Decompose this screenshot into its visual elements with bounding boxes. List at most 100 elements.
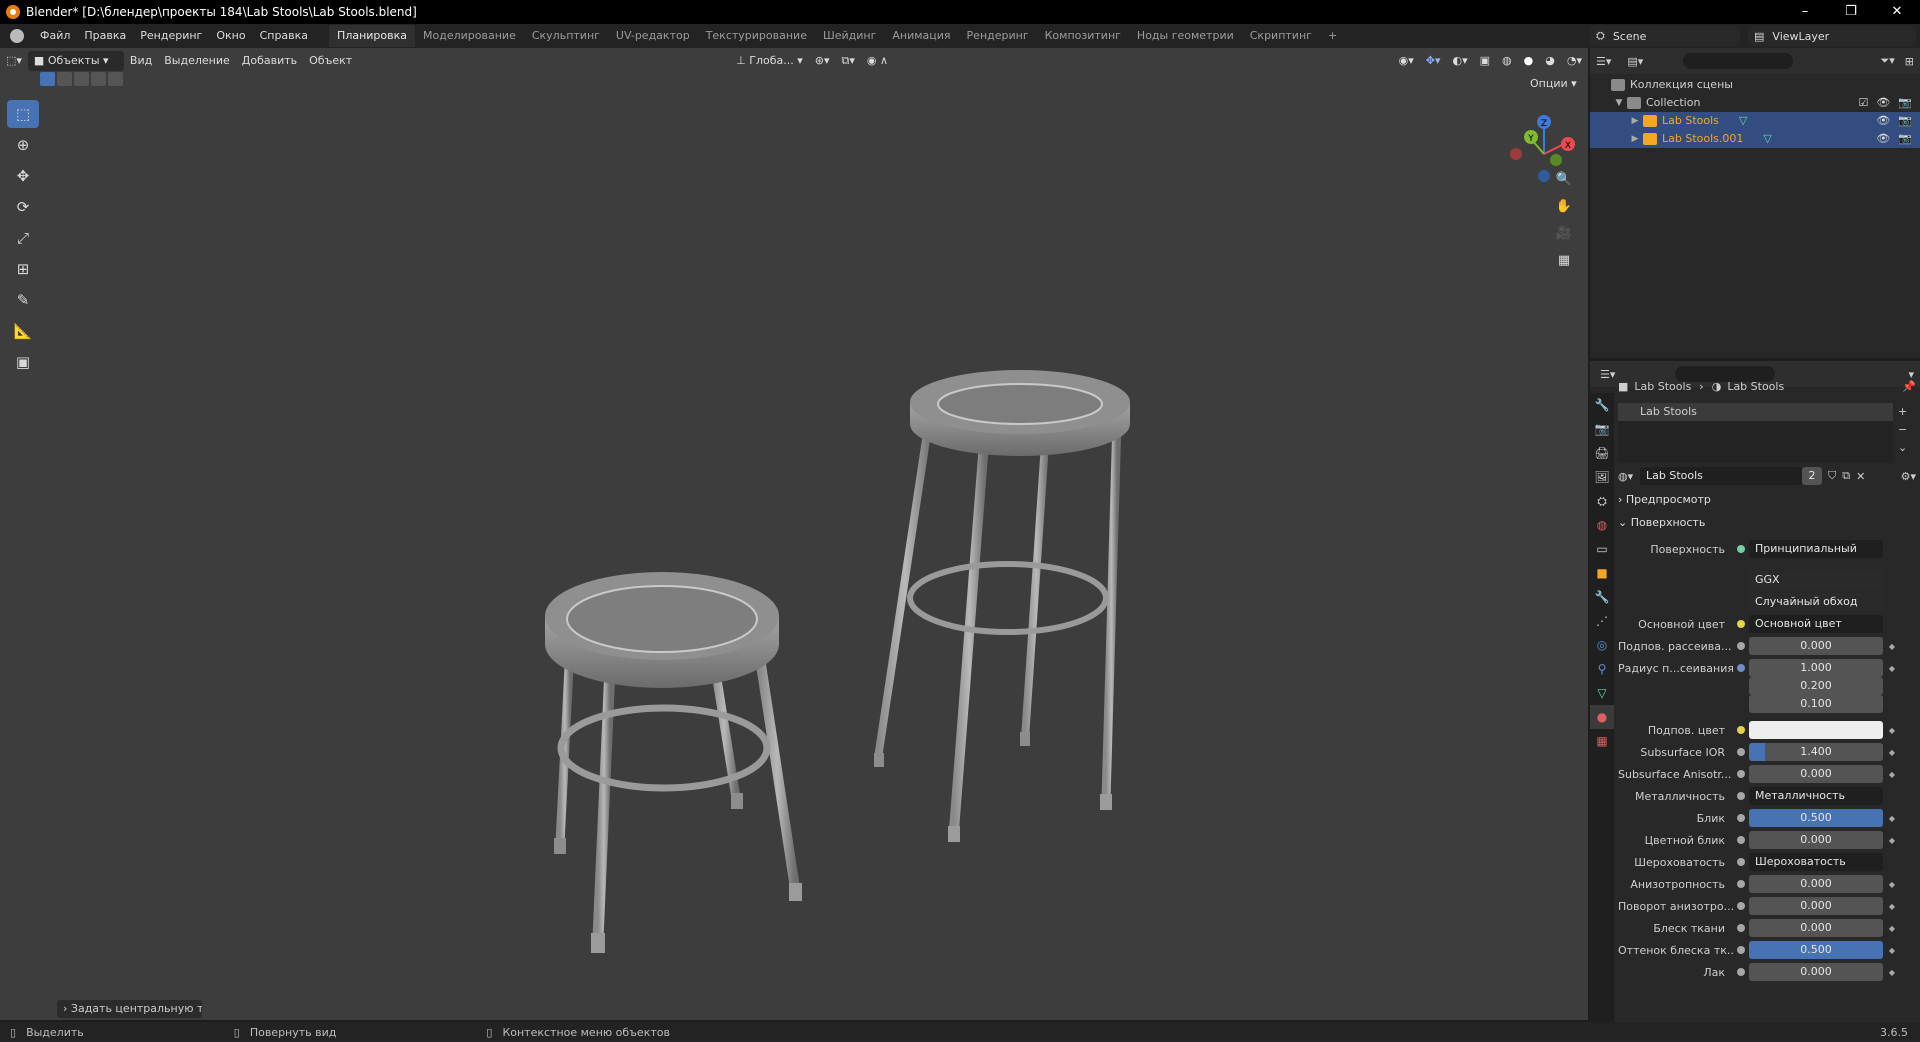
roughness-link[interactable]: Шероховатость <box>1749 853 1883 871</box>
keyframe-icon[interactable]: ◆ <box>1887 814 1897 823</box>
node-tree-icon[interactable]: ⚙▾ <box>1901 470 1916 483</box>
tab-uv-editing[interactable]: UV-редактор <box>608 25 698 47</box>
outliner-item-lab-stools[interactable]: ▶ Lab Stools ▽ 👁 📷 <box>1590 112 1920 130</box>
display-mode-icon[interactable]: ▤▾ <box>1627 55 1643 68</box>
collapse-icon[interactable]: ▼ <box>1614 94 1624 112</box>
keyframe-icon[interactable]: ◆ <box>1887 770 1897 779</box>
keyframe-icon[interactable]: ◆ <box>1887 968 1897 977</box>
menu-window[interactable]: Окно <box>209 24 252 48</box>
data-tab-icon[interactable]: ▽ <box>1590 681 1614 705</box>
material-tab-icon[interactable]: ● <box>1590 705 1614 729</box>
blender-menu-icon[interactable] <box>10 29 24 43</box>
clearcoat-field[interactable]: 0.000 <box>1749 963 1883 981</box>
subsurface-field[interactable]: 0.000 <box>1749 637 1883 655</box>
metallic-link[interactable]: Металличность <box>1749 787 1883 805</box>
outliner-search-input[interactable] <box>1683 53 1794 69</box>
output-tab-icon[interactable]: 🖨 <box>1590 441 1614 465</box>
world-tab-icon[interactable]: ◍ <box>1590 513 1614 537</box>
specular-tint-field[interactable]: 0.000 <box>1749 831 1883 849</box>
add-workspace-button[interactable]: + <box>1320 25 1345 47</box>
base-color-link[interactable]: Основной цвет <box>1749 615 1883 633</box>
material-slot-list[interactable]: Lab Stools <box>1618 403 1893 463</box>
tab-animation[interactable]: Анимация <box>884 25 958 47</box>
physics-tab-icon[interactable]: ◎ <box>1590 633 1614 657</box>
minimize-button[interactable]: – <box>1782 0 1828 24</box>
radius-z-field[interactable]: 0.100 <box>1749 695 1883 713</box>
sheen-field[interactable]: 0.000 <box>1749 919 1883 937</box>
outliner[interactable]: ☰▾ ▤▾ ⏷▾ ⊞ Коллекция сцены ▼ Collection … <box>1590 48 1920 358</box>
menu-file[interactable]: Файл <box>33 24 77 48</box>
menu-help[interactable]: Справка <box>253 24 315 48</box>
3d-viewport[interactable]: ⬚▾ ■ Объекты ▾ Вид Выделение Добавить Об… <box>0 48 1588 1020</box>
camera-icon[interactable]: 📷 <box>1898 94 1912 112</box>
material-users-count[interactable]: 2 <box>1802 467 1822 485</box>
scene-tab-icon[interactable]: ⛭ <box>1590 489 1614 513</box>
tool-tab-icon[interactable]: 🔧 <box>1590 393 1614 417</box>
properties-editor-icon[interactable]: ☰▾ <box>1600 368 1615 381</box>
subsurface-ior-slider[interactable]: 1.400 <box>1749 743 1883 761</box>
texture-tab-icon[interactable]: ▦ <box>1590 729 1614 753</box>
mesh-data-icon[interactable]: ▽ <box>1739 112 1747 130</box>
roughness-label[interactable]: Шероховатость <box>1618 856 1733 869</box>
stool-large[interactable] <box>874 370 1130 842</box>
keyframe-icon[interactable]: ◆ <box>1887 642 1897 651</box>
keyframe-icon[interactable]: ◆ <box>1887 664 1897 673</box>
scene-selector[interactable]: ⛭ Scene <box>1590 26 1740 46</box>
metallic-label[interactable]: Металличность <box>1618 790 1733 803</box>
unlink-material-icon[interactable]: ✕ <box>1856 470 1865 483</box>
radius-y-field[interactable]: 0.200 <box>1749 677 1883 695</box>
panel-surface[interactable]: ⌄ Поверхность <box>1618 514 1705 532</box>
keyframe-icon[interactable]: ◆ <box>1887 836 1897 845</box>
remove-slot-icon[interactable]: − <box>1898 421 1907 439</box>
material-slot[interactable]: Lab Stools <box>1618 403 1893 421</box>
material-browse-icon[interactable]: ◍▾ <box>1618 470 1640 483</box>
new-collection-icon[interactable]: ⊞ <box>1905 55 1914 68</box>
render-tab-icon[interactable]: 📷 <box>1590 417 1614 441</box>
collection-tab-icon[interactable]: ▭ <box>1590 537 1614 561</box>
anisotropic-field[interactable]: 0.000 <box>1749 875 1883 893</box>
subsurface-color-swatch[interactable] <box>1749 721 1883 739</box>
keyframe-icon[interactable]: ◆ <box>1887 946 1897 955</box>
eye-icon[interactable]: 👁 <box>1876 94 1890 112</box>
keyframe-icon[interactable]: ◆ <box>1887 880 1897 889</box>
radius-x-field[interactable]: 1.000 <box>1749 659 1883 677</box>
tab-sculpting[interactable]: Скульптинг <box>524 25 608 47</box>
keyframe-icon[interactable]: ◆ <box>1887 726 1897 735</box>
pin-icon[interactable]: 📌 <box>1902 380 1916 393</box>
keyframe-icon[interactable]: ◆ <box>1887 902 1897 911</box>
eye-icon[interactable]: 👁 <box>1876 130 1890 148</box>
object-tab-icon[interactable]: ■ <box>1590 561 1614 585</box>
view-layer-tab-icon[interactable]: 🖼 <box>1590 465 1614 489</box>
anisotropic-rotation-field[interactable]: 0.000 <box>1749 897 1883 915</box>
surface-shader-field[interactable]: Принципиальный BSDF <box>1749 540 1883 558</box>
tab-layout[interactable]: Планировка <box>329 25 416 47</box>
particles-tab-icon[interactable]: ⋰ <box>1590 609 1614 633</box>
maximize-button[interactable]: ❐ <box>1828 0 1874 24</box>
duplicate-material-icon[interactable]: ⧉ <box>1842 469 1850 483</box>
filter-icon[interactable]: ⏷▾ <box>1880 54 1894 68</box>
expand-icon[interactable]: ▶ <box>1630 130 1640 148</box>
stool-small[interactable] <box>545 572 802 953</box>
camera-icon[interactable]: 📷 <box>1898 130 1912 148</box>
material-name-field[interactable]: Lab Stools <box>1640 467 1802 485</box>
slot-menu-icon[interactable]: ⌄ <box>1898 439 1907 457</box>
sheen-tint-slider[interactable]: 0.500 <box>1749 941 1883 959</box>
subsurface-method-dropdown[interactable]: Случайный обход <box>1749 593 1883 611</box>
camera-icon[interactable]: 📷 <box>1898 112 1912 130</box>
tab-scripting[interactable]: Скриптинг <box>1242 25 1320 47</box>
view-layer-selector[interactable]: ▤ ViewLayer <box>1748 26 1916 46</box>
add-slot-icon[interactable]: + <box>1898 403 1907 421</box>
tab-shading[interactable]: Шейдинг <box>815 25 884 47</box>
base-color-label[interactable]: Основной цвет <box>1618 618 1733 631</box>
keyframe-icon[interactable]: ◆ <box>1887 748 1897 757</box>
outliner-scene-collection[interactable]: Коллекция сцены <box>1590 76 1920 94</box>
panel-preview[interactable]: › Предпросмотр <box>1618 491 1711 509</box>
tab-texture-paint[interactable]: Текстурирование <box>698 25 815 47</box>
eye-icon[interactable]: 👁 <box>1876 112 1890 130</box>
fake-user-icon[interactable]: ⛉ <box>1828 469 1836 483</box>
tab-compositing[interactable]: Композитинг <box>1037 25 1129 47</box>
outliner-collection[interactable]: ▼ Collection ☑ 👁 📷 <box>1590 94 1920 112</box>
checkbox-icon[interactable]: ☑ <box>1858 94 1868 112</box>
constraints-tab-icon[interactable]: ⚲ <box>1590 657 1614 681</box>
menu-edit[interactable]: Правка <box>77 24 133 48</box>
